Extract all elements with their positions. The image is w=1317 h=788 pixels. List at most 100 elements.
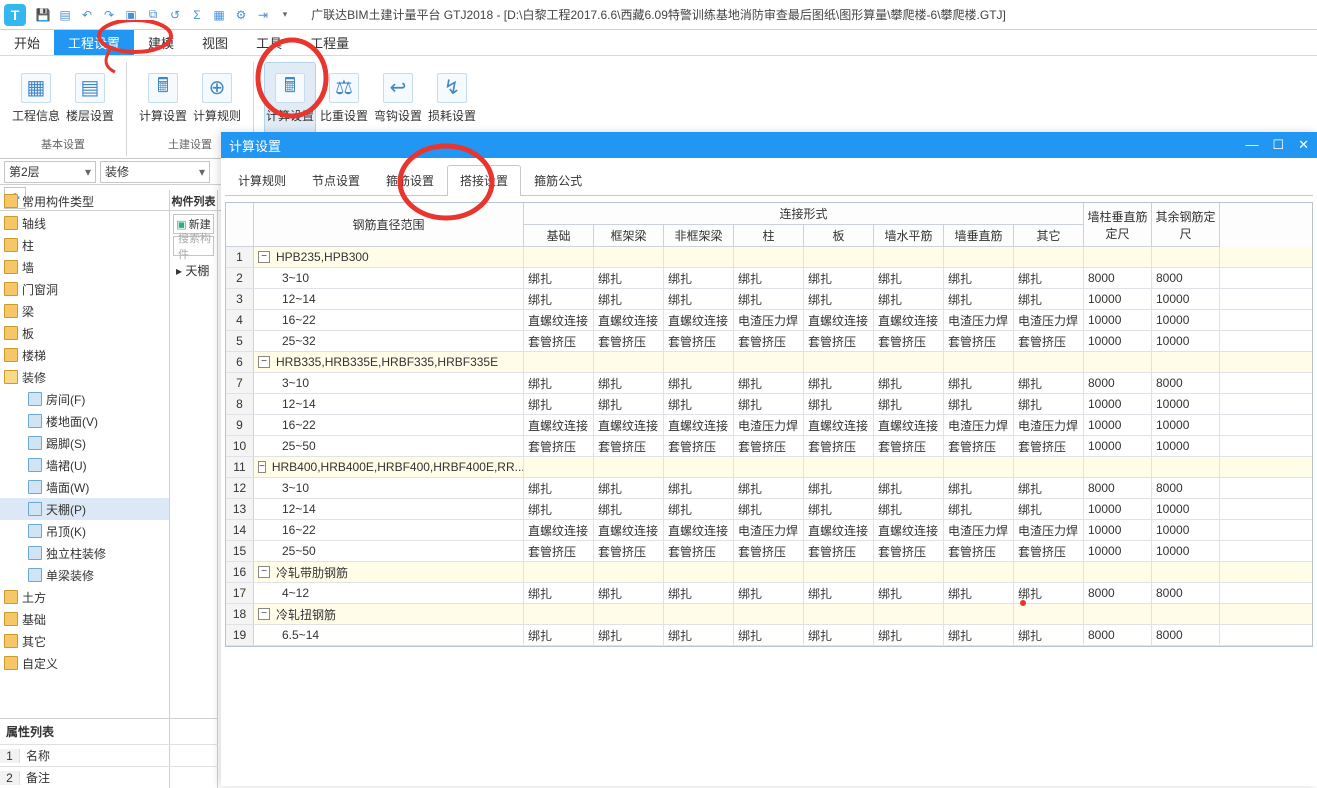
menu-quantity[interactable]: 工程量 bbox=[296, 30, 363, 55]
tab-formula[interactable]: 箍筋公式 bbox=[521, 165, 595, 195]
nav-装修[interactable]: 装修 bbox=[0, 366, 169, 388]
floor-combo[interactable]: 第2层▾ bbox=[4, 161, 96, 183]
folder-icon bbox=[4, 370, 18, 384]
grid-row-16[interactable]: 16−冷轧带肋钢筋 bbox=[226, 562, 1312, 583]
nav-独立柱装修[interactable]: 独立柱装修 bbox=[0, 542, 169, 564]
grid-row-11[interactable]: 11−HRB400,HRB400E,HRBF400,HRBF400E,RR... bbox=[226, 457, 1312, 478]
menu-tools[interactable]: 工具 bbox=[242, 30, 296, 55]
btn-calc-settings-civil[interactable]: 🖩计算设置 bbox=[137, 62, 189, 134]
tree-icon[interactable]: ▣ bbox=[123, 7, 139, 23]
search-component[interactable]: 搜索构件 bbox=[173, 236, 214, 256]
nav-天棚(P)[interactable]: 天棚(P) bbox=[0, 498, 169, 520]
nav-楼地面(V)[interactable]: 楼地面(V) bbox=[0, 410, 169, 432]
ribbon-group-basic: ▦工程信息 ▤楼层设置 基本设置 bbox=[0, 62, 127, 156]
folder-icon bbox=[4, 238, 18, 252]
new-icon[interactable]: ▤ bbox=[57, 7, 73, 23]
btn-hook[interactable]: ↩弯钩设置 bbox=[372, 62, 424, 134]
grid-row-14[interactable]: 1416~22直螺纹连接直螺纹连接直螺纹连接电渣压力焊直螺纹连接直螺纹连接电渣压… bbox=[226, 520, 1312, 541]
grid-row-1[interactable]: 1−HPB235,HPB300 bbox=[226, 247, 1312, 268]
grid-row-9[interactable]: 916~22直螺纹连接直螺纹连接直螺纹连接电渣压力焊直螺纹连接直螺纹连接电渣压力… bbox=[226, 415, 1312, 436]
btn-loss[interactable]: ↯损耗设置 bbox=[426, 62, 478, 134]
tab-node[interactable]: 节点设置 bbox=[299, 165, 373, 195]
btn-calc-settings-rebar[interactable]: 🖩计算设置 bbox=[264, 62, 316, 134]
grid-row-13[interactable]: 1312~14绑扎绑扎绑扎绑扎绑扎绑扎绑扎绑扎1000010000 bbox=[226, 499, 1312, 520]
folder-icon bbox=[4, 326, 18, 340]
btn-calc-rules[interactable]: ⊕计算规则 bbox=[191, 62, 243, 134]
grid-row-3[interactable]: 312~14绑扎绑扎绑扎绑扎绑扎绑扎绑扎绑扎1000010000 bbox=[226, 289, 1312, 310]
nav-踢脚(S)[interactable]: 踢脚(S) bbox=[0, 432, 169, 454]
copy-icon[interactable]: ⧉ bbox=[145, 7, 161, 23]
nav-基础[interactable]: 基础 bbox=[0, 608, 169, 630]
grid-row-5[interactable]: 525~32套管挤压套管挤压套管挤压套管挤压套管挤压套管挤压套管挤压套管挤压10… bbox=[226, 331, 1312, 352]
prop-row-2[interactable]: 2备注 bbox=[0, 766, 218, 788]
grid-row-19[interactable]: 196.5~14绑扎绑扎绑扎绑扎绑扎绑扎绑扎绑扎80008000 bbox=[226, 625, 1312, 646]
grid-row-8[interactable]: 812~14绑扎绑扎绑扎绑扎绑扎绑扎绑扎绑扎1000010000 bbox=[226, 394, 1312, 415]
refresh-icon[interactable]: ↺ bbox=[167, 7, 183, 23]
hook-icon: ↩ bbox=[383, 73, 413, 103]
folder-icon bbox=[4, 612, 18, 626]
nav-panel: 常用构件类型轴线柱墙门窗洞梁板楼梯装修房间(F)楼地面(V)踢脚(S)墙裙(U)… bbox=[0, 190, 170, 788]
grid-header: 钢筋直径范围 连接形式 基础 框架梁 非框架梁 柱 板 墙水平筋 墙垂直筋 其它 bbox=[226, 203, 1312, 247]
calc2-icon: 🖩 bbox=[275, 73, 305, 103]
btn-floor-settings[interactable]: ▤楼层设置 bbox=[64, 62, 116, 134]
nav-墙[interactable]: 墙 bbox=[0, 256, 169, 278]
folder-icon bbox=[4, 590, 18, 604]
win-close-icon[interactable]: ✕ bbox=[1298, 137, 1309, 153]
menu-project-settings[interactable]: 工程设置 bbox=[54, 30, 134, 55]
folder-icon bbox=[4, 348, 18, 362]
grid-row-7[interactable]: 73~10绑扎绑扎绑扎绑扎绑扎绑扎绑扎绑扎80008000 bbox=[226, 373, 1312, 394]
nav-梁[interactable]: 梁 bbox=[0, 300, 169, 322]
prop-row-1[interactable]: 1名称 bbox=[0, 744, 218, 766]
tab-lap[interactable]: 搭接设置 bbox=[447, 165, 521, 195]
nav-其它[interactable]: 其它 bbox=[0, 630, 169, 652]
menu-view[interactable]: 视图 bbox=[188, 30, 242, 55]
lap-grid: 钢筋直径范围 连接形式 基础 框架梁 非框架梁 柱 板 墙水平筋 墙垂直筋 其它 bbox=[225, 202, 1313, 647]
app-icon: T bbox=[4, 4, 26, 26]
nav-自定义[interactable]: 自定义 bbox=[0, 652, 169, 674]
grid-row-10[interactable]: 1025~50套管挤压套管挤压套管挤压套管挤压套管挤压套管挤压套管挤压套管挤压1… bbox=[226, 436, 1312, 457]
nav-房间(F)[interactable]: 房间(F) bbox=[0, 388, 169, 410]
nav-轴线[interactable]: 轴线 bbox=[0, 212, 169, 234]
undo-icon[interactable]: ↶ bbox=[79, 7, 95, 23]
nav-常用构件类型[interactable]: 常用构件类型 bbox=[0, 190, 169, 212]
grid-row-18[interactable]: 18−冷轧扭钢筋 bbox=[226, 604, 1312, 625]
btn-project-info[interactable]: ▦工程信息 bbox=[10, 62, 62, 134]
folder-icon bbox=[4, 282, 18, 296]
folder-icon bbox=[4, 634, 18, 648]
win-min-icon[interactable]: — bbox=[1245, 137, 1258, 153]
sum-icon[interactable]: Σ bbox=[189, 7, 205, 23]
grid-row-15[interactable]: 1525~50套管挤压套管挤压套管挤压套管挤压套管挤压套管挤压套管挤压套管挤压1… bbox=[226, 541, 1312, 562]
component-header: 构件列表 bbox=[170, 190, 217, 212]
tab-stirrup[interactable]: 箍筋设置 bbox=[373, 165, 447, 195]
folder-icon bbox=[28, 524, 42, 538]
grid-icon[interactable]: ▦ bbox=[211, 7, 227, 23]
menu-modeling[interactable]: 建模 bbox=[134, 30, 188, 55]
grid-row-6[interactable]: 6−HRB335,HRB335E,HRBF335,HRBF335E bbox=[226, 352, 1312, 373]
nav-墙裙(U)[interactable]: 墙裙(U) bbox=[0, 454, 169, 476]
nav-土方[interactable]: 土方 bbox=[0, 586, 169, 608]
nav-柱[interactable]: 柱 bbox=[0, 234, 169, 256]
nav-单梁装修[interactable]: 单梁装修 bbox=[0, 564, 169, 586]
dropdown-icon[interactable]: ▾ bbox=[277, 7, 293, 23]
grid-row-2[interactable]: 23~10绑扎绑扎绑扎绑扎绑扎绑扎绑扎绑扎80008000 bbox=[226, 268, 1312, 289]
tab-calc-rule[interactable]: 计算规则 bbox=[225, 165, 299, 195]
calc-icon: 🖩 bbox=[148, 73, 178, 103]
folder-icon bbox=[28, 414, 42, 428]
menu-start[interactable]: 开始 bbox=[0, 30, 54, 55]
grid-row-12[interactable]: 123~10绑扎绑扎绑扎绑扎绑扎绑扎绑扎绑扎80008000 bbox=[226, 478, 1312, 499]
nav-吊顶(K)[interactable]: 吊顶(K) bbox=[0, 520, 169, 542]
nav-楼梯[interactable]: 楼梯 bbox=[0, 344, 169, 366]
win-max-icon[interactable]: ☐ bbox=[1272, 137, 1284, 153]
category-combo[interactable]: 装修▾ bbox=[100, 161, 210, 183]
project-info-icon: ▦ bbox=[21, 73, 51, 103]
grid-row-4[interactable]: 416~22直螺纹连接直螺纹连接直螺纹连接电渣压力焊直螺纹连接直螺纹连接电渣压力… bbox=[226, 310, 1312, 331]
nav-墙面(W)[interactable]: 墙面(W) bbox=[0, 476, 169, 498]
grid-row-17[interactable]: 174~12绑扎绑扎绑扎绑扎绑扎绑扎绑扎绑扎80008000 bbox=[226, 583, 1312, 604]
nav-门窗洞[interactable]: 门窗洞 bbox=[0, 278, 169, 300]
btn-weight[interactable]: ⚖比重设置 bbox=[318, 62, 370, 134]
nav-板[interactable]: 板 bbox=[0, 322, 169, 344]
export-icon[interactable]: ⇥ bbox=[255, 7, 271, 23]
save-icon[interactable]: 💾 bbox=[35, 7, 51, 23]
settings-icon[interactable]: ⚙ bbox=[233, 7, 249, 23]
redo-icon[interactable]: ↷ bbox=[101, 7, 117, 23]
